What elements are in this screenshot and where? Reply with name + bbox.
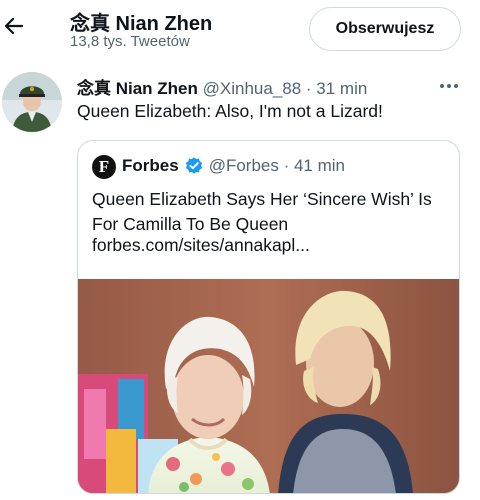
author-name[interactable]: 念真 Nian Zhen xyxy=(77,79,198,98)
verified-badge-icon xyxy=(185,157,202,174)
following-button[interactable]: Obserwujesz xyxy=(309,7,461,51)
quoted-tweet-header: Forbes @Forbes · 41 min xyxy=(122,156,345,176)
quoted-tweet-text: Queen Elizabeth Says Her ‘Sincere Wish’ … xyxy=(92,189,432,234)
avatar-image xyxy=(2,72,62,132)
quoted-handle-time: @Forbes · 41 min xyxy=(208,156,345,175)
profile-header: 念真 Nian Zhen 13,8 tys. Tweetów Obserwuje… xyxy=(0,0,480,58)
tweet-text: Queen Elizabeth: Also, I'm not a Lizard! xyxy=(77,101,383,121)
tweet-header: 念真 Nian Zhen @Xinhua_88 · 31 min xyxy=(77,74,367,99)
quoted-author-name: Forbes xyxy=(122,156,179,175)
tweet-count: 13,8 tys. Tweetów xyxy=(70,33,190,50)
forbes-logo-icon: F xyxy=(92,155,116,179)
author-handle-time: @Xinhua_88 · 31 min xyxy=(197,79,368,98)
more-horizontal-icon[interactable] xyxy=(436,76,462,96)
article-photo xyxy=(78,279,459,493)
quoted-tweet-card[interactable]: F Forbes @Forbes · 41 min Queen Elizabet… xyxy=(77,140,460,494)
arrow-left-icon[interactable] xyxy=(2,14,26,38)
article-link[interactable]: forbes.com/sites/annakapl... xyxy=(92,235,310,256)
avatar[interactable] xyxy=(2,72,62,132)
profile-name: 念真 Nian Zhen xyxy=(70,13,213,35)
